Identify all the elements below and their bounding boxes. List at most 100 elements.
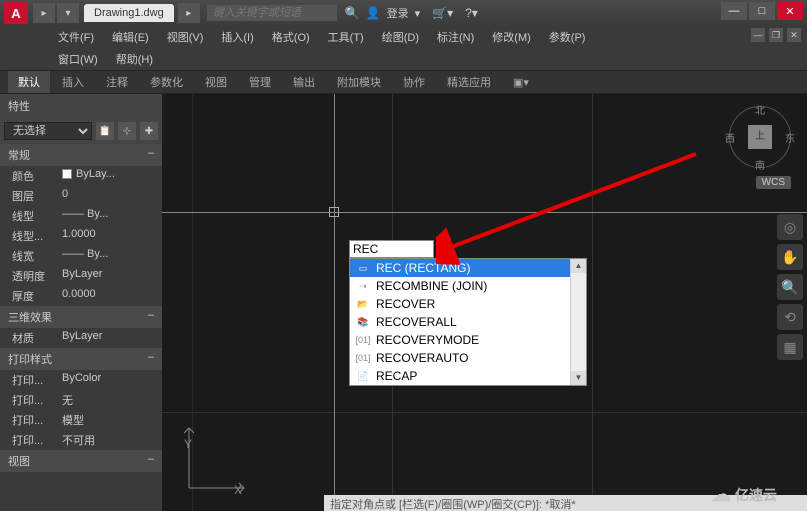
ribbon-tab-featured[interactable]: 精选应用	[437, 71, 501, 93]
viewcube-south: 南	[755, 157, 765, 172]
menu-help[interactable]: 帮助(H)	[108, 49, 161, 69]
menu-parametric[interactable]: 参数(P)	[541, 27, 594, 47]
autocomplete-item[interactable]: [01]RECOVERAUTO	[350, 349, 586, 367]
section-plotstyle[interactable]: 打印样式–	[0, 348, 162, 370]
autocomplete-item[interactable]: 📄RECAP	[350, 367, 586, 385]
app-logo: A	[4, 2, 28, 24]
properties-panel: 特性 无选择 📋 ⊹ ✚ 常规– 颜色ByLay... 图层0 线型—— By.…	[0, 94, 162, 511]
viewcube-north: 北	[755, 102, 765, 117]
prop-plot-1[interactable]: 打印...ByColor	[0, 370, 162, 390]
autocomplete-item[interactable]: 📂RECOVER	[350, 295, 586, 313]
ribbon-tab-more-icon[interactable]: ▣▾	[503, 73, 539, 92]
prop-plot-4[interactable]: 打印...不可用	[0, 430, 162, 450]
menu-format[interactable]: 格式(O)	[264, 27, 318, 47]
menu-view[interactable]: 视图(V)	[159, 27, 212, 47]
close-button[interactable]: ✕	[777, 2, 803, 20]
nav-wheel-icon[interactable]: ◎	[777, 214, 803, 240]
viewcube[interactable]: 上 北 南 东 西	[729, 106, 791, 168]
join-icon: ⇢	[356, 280, 370, 292]
prop-plot-2[interactable]: 打印...无	[0, 390, 162, 410]
ucs-icon: Y X	[174, 418, 254, 501]
ribbon-tab-parametric[interactable]: 参数化	[140, 71, 193, 93]
menu-window[interactable]: 窗口(W)	[50, 49, 106, 69]
menu-tools[interactable]: 工具(T)	[320, 27, 372, 47]
ribbon-tab-annotate[interactable]: 注释	[96, 71, 138, 93]
user-icon[interactable]: 👤	[366, 6, 381, 20]
viewcube-east: 东	[785, 130, 795, 145]
login-dropdown-icon[interactable]: ▾	[415, 7, 421, 20]
autocomplete-item[interactable]: 📚RECOVERALL	[350, 313, 586, 331]
menu-bar-row2: 窗口(W) 帮助(H)	[0, 48, 807, 70]
menu-file[interactable]: 文件(F)	[50, 27, 102, 47]
binoculars-icon[interactable]: 🔍	[345, 6, 360, 20]
menu-draw[interactable]: 绘图(D)	[374, 27, 427, 47]
menu-modify[interactable]: 修改(M)	[484, 27, 539, 47]
tab-play-icon[interactable]: ▸	[178, 3, 200, 23]
dynamic-input[interactable]	[349, 240, 434, 258]
prop-plot-3[interactable]: 打印...模型	[0, 410, 162, 430]
autocomplete-item[interactable]: [01]RECOVERYMODE	[350, 331, 586, 349]
ribbon-tabs: 默认 插入 注释 参数化 视图 管理 输出 附加模块 协作 精选应用 ▣▾	[0, 70, 807, 94]
nav-pan-icon[interactable]: ✋	[777, 244, 803, 270]
prop-thickness[interactable]: 厚度0.0000	[0, 286, 162, 306]
properties-panel-title: 特性	[0, 94, 162, 118]
qat-dropdown-icon[interactable]: ▾	[57, 3, 79, 23]
annotation-arrow	[436, 149, 706, 269]
menu-bar: 文件(F) 编辑(E) 视图(V) 插入(I) 格式(O) 工具(T) 绘图(D…	[0, 26, 807, 48]
help-icon[interactable]: ?▾	[465, 6, 478, 20]
autocomplete-item[interactable]: ▭REC (RECTANG)	[350, 259, 586, 277]
menu-dimension[interactable]: 标注(N)	[429, 27, 482, 47]
section-3deffects[interactable]: 三维效果–	[0, 306, 162, 328]
quick-select-icon[interactable]: 📋	[96, 122, 114, 140]
menu-insert[interactable]: 插入(I)	[213, 27, 261, 47]
viewcube-top[interactable]: 上	[748, 125, 772, 149]
prop-lineweight[interactable]: 线宽—— By...	[0, 246, 162, 266]
prop-ltscale[interactable]: 线型...1.0000	[0, 226, 162, 246]
rectangle-icon: ▭	[356, 262, 370, 274]
prop-layer[interactable]: 图层0	[0, 186, 162, 206]
section-general[interactable]: 常规–	[0, 144, 162, 166]
cloud-icon: ☁	[711, 482, 731, 507]
select-objects-icon[interactable]: ⊹	[118, 122, 136, 140]
autocomplete-list: ▭REC (RECTANG) ⇢RECOMBINE (JOIN) 📂RECOVE…	[349, 258, 587, 386]
navigation-bar: ◎ ✋ 🔍 ⟲ ▦	[777, 214, 803, 360]
search-input[interactable]	[207, 5, 337, 21]
ribbon-tab-default[interactable]: 默认	[8, 71, 50, 93]
menu-edit[interactable]: 编辑(E)	[104, 27, 157, 47]
toggle-pickadd-icon[interactable]: ✚	[140, 122, 158, 140]
mdi-restore-button[interactable]: ❐	[769, 28, 783, 42]
minimize-button[interactable]: —	[721, 2, 747, 20]
nav-showmotion-icon[interactable]: ▦	[777, 334, 803, 360]
autocomplete-item[interactable]: ⇢RECOMBINE (JOIN)	[350, 277, 586, 295]
prop-transparency[interactable]: 透明度ByLayer	[0, 266, 162, 286]
nav-zoom-icon[interactable]: 🔍	[777, 274, 803, 300]
mdi-minimize-button[interactable]: —	[751, 28, 765, 42]
maximize-button[interactable]: □	[749, 2, 775, 20]
login-link[interactable]: 登录	[387, 5, 409, 21]
prop-color[interactable]: 颜色ByLay...	[0, 166, 162, 186]
mdi-close-button[interactable]: ✕	[787, 28, 801, 42]
autocomplete-scrollbar[interactable]: ▲▼	[570, 259, 586, 385]
recap-icon: 📄	[356, 370, 370, 382]
ribbon-tab-collab[interactable]: 协作	[393, 71, 435, 93]
ribbon-tab-view[interactable]: 视图	[195, 71, 237, 93]
selection-combo[interactable]: 无选择	[4, 122, 92, 140]
ucs-y-label: Y	[184, 437, 192, 451]
cart-icon[interactable]: 🛒▾	[432, 6, 453, 20]
crosshair-pickbox	[329, 207, 339, 217]
ribbon-tab-insert[interactable]: 插入	[52, 71, 94, 93]
section-view[interactable]: 视图–	[0, 450, 162, 472]
wcs-badge[interactable]: WCS	[756, 176, 791, 189]
prop-linetype[interactable]: 线型—— By...	[0, 206, 162, 226]
nav-orbit-icon[interactable]: ⟲	[777, 304, 803, 330]
recover-icon: 📂	[356, 298, 370, 310]
qat-open-icon[interactable]: ▸	[33, 3, 55, 23]
prop-material[interactable]: 材质ByLayer	[0, 328, 162, 348]
document-tab[interactable]: Drawing1.dwg	[84, 4, 174, 22]
ribbon-tab-output[interactable]: 输出	[283, 71, 325, 93]
sysvar-icon: [01]	[356, 352, 370, 364]
recoverall-icon: 📚	[356, 316, 370, 328]
ribbon-tab-manage[interactable]: 管理	[239, 71, 281, 93]
ribbon-tab-addins[interactable]: 附加模块	[327, 71, 391, 93]
drawing-canvas[interactable]: ▭REC (RECTANG) ⇢RECOMBINE (JOIN) 📂RECOVE…	[162, 94, 807, 511]
